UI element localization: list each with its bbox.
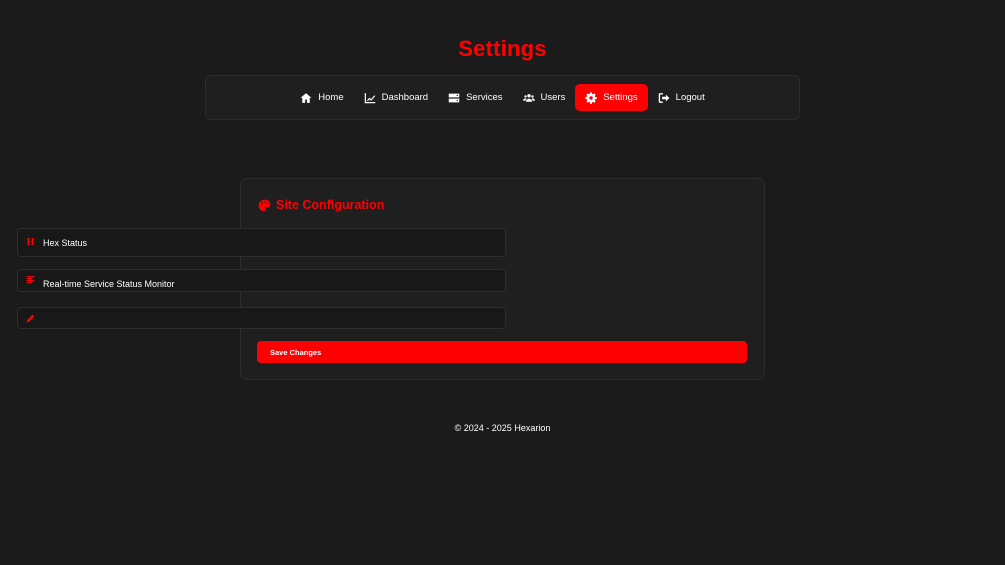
card-title: Site Configuration — [258, 198, 384, 212]
align-left-icon — [18, 270, 43, 284]
site-description-field — [17, 269, 506, 292]
home-icon — [300, 92, 312, 104]
nav-items: Home Dashboard Services Users Settings L… — [206, 76, 799, 119]
save-changes-button[interactable]: Save Changes — [257, 341, 747, 363]
nav-item-label: Logout — [675, 92, 705, 103]
site-name-input[interactable] — [43, 229, 505, 256]
top-navbar: Home Dashboard Services Users Settings L… — [205, 75, 800, 120]
site-extra-input[interactable] — [43, 308, 505, 328]
nav-item-home[interactable]: Home — [290, 84, 353, 111]
nav-item-users[interactable]: Users — [513, 84, 576, 111]
footer-copyright: © 2024 - 2025 Hexarion — [454, 423, 551, 433]
pencil-icon — [18, 314, 43, 323]
site-description-input[interactable] — [43, 270, 505, 291]
chart-line-icon — [364, 92, 376, 104]
nav-item-services[interactable]: Services — [438, 84, 512, 111]
nav-item-logout[interactable]: Logout — [648, 84, 715, 111]
site-extra-field — [17, 307, 506, 329]
palette-icon — [258, 199, 271, 212]
card-title-text: Site Configuration — [276, 198, 385, 212]
nav-item-settings[interactable]: Settings — [575, 84, 648, 111]
logout-icon — [658, 92, 670, 104]
heading-icon: H — [26, 237, 35, 248]
gear-icon — [585, 91, 598, 104]
nav-item-label: Settings — [603, 92, 638, 103]
users-icon — [522, 92, 535, 104]
nav-item-label: Home — [318, 92, 344, 103]
nav-item-label: Dashboard — [381, 92, 429, 103]
nav-item-label: Users — [540, 92, 566, 103]
nav-item-dashboard[interactable]: Dashboard — [354, 84, 438, 111]
site-name-field: H — [17, 228, 506, 257]
page-title: Settings — [458, 36, 547, 61]
nav-item-label: Services — [466, 92, 503, 103]
server-icon — [448, 92, 460, 104]
